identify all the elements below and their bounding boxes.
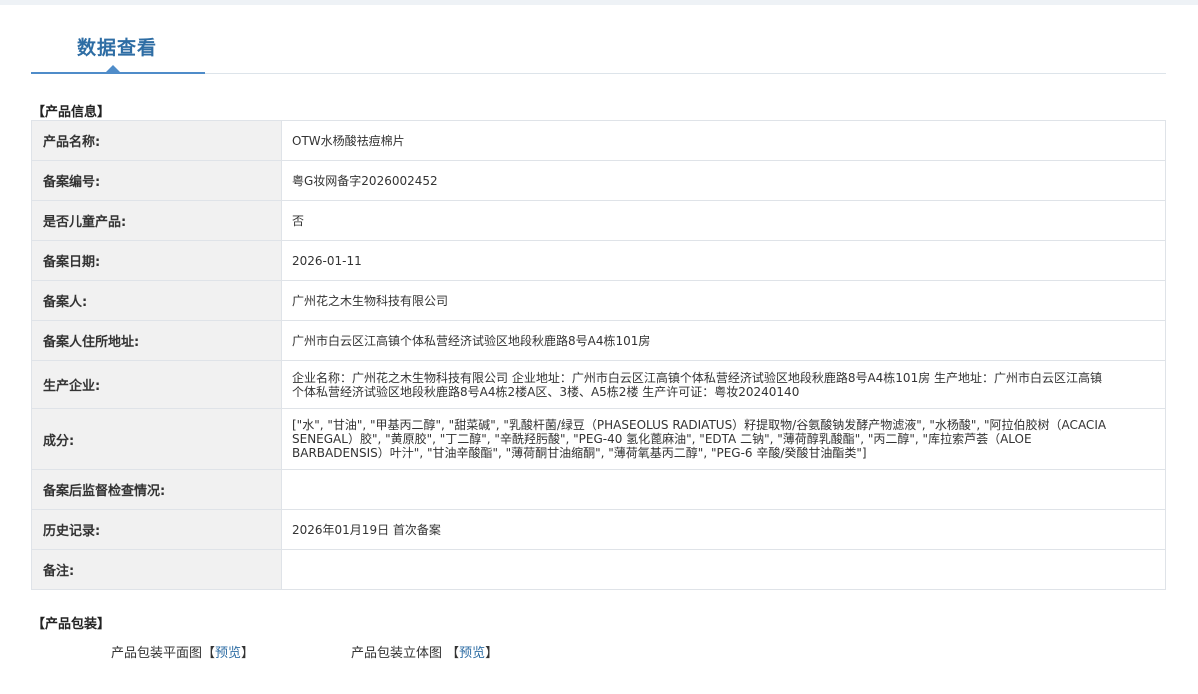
row-value: OTW水杨酸祛痘棉片: [281, 120, 1166, 161]
product-packaging-section-title: 【产品包装】: [32, 617, 111, 632]
bracket-open: 【: [446, 646, 460, 661]
row-label: 备案人:: [31, 280, 282, 321]
row-label: 生产企业:: [31, 360, 282, 409]
bracket-close: 】: [241, 646, 255, 661]
row-label: 备注:: [31, 549, 282, 590]
row-value: 企业名称：广州花之木生物科技有限公司 企业地址：广州市白云区江高镇个体私营经济试…: [281, 360, 1166, 409]
row-value: 广州花之木生物科技有限公司: [281, 280, 1166, 321]
row-value: [281, 469, 1166, 510]
table-row: 备案后监督检查情况:: [31, 469, 1166, 510]
table-row: 备案日期: 2026-01-11: [31, 240, 1166, 281]
tab-data-view[interactable]: 数据查看: [77, 33, 157, 60]
flat-preview-link[interactable]: 预览: [215, 646, 241, 661]
table-row: 备案人住所地址: 广州市白云区江高镇个体私营经济试验区地段秋鹿路8号A4栋101…: [31, 320, 1166, 361]
table-row: 历史记录: 2026年01月19日 首次备案: [31, 509, 1166, 550]
row-value: 粤G妆网备字2026002452: [281, 160, 1166, 201]
product-info-section-title: 【产品信息】: [32, 105, 111, 120]
row-label: 备案后监督检查情况:: [31, 469, 282, 510]
table-row: 成分: ["水", "甘油", "甲基丙二醇", "甜菜碱", "乳酸杆菌/绿豆…: [31, 408, 1166, 470]
row-label: 成分:: [31, 408, 282, 470]
header-divider: [205, 73, 1166, 74]
bracket-open: 【: [202, 646, 216, 661]
product-info-table: 产品名称: OTW水杨酸祛痘棉片 备案编号: 粤G妆网备字2026002452 …: [31, 120, 1166, 590]
table-row: 备注:: [31, 549, 1166, 590]
row-label: 是否儿童产品:: [31, 200, 282, 241]
table-row: 备案编号: 粤G妆网备字2026002452: [31, 160, 1166, 201]
packaging-flat-preview: 产品包装平面图【预览】: [111, 642, 254, 661]
row-label: 产品名称:: [31, 120, 282, 161]
active-tab-caret-icon: [106, 65, 120, 72]
row-value: 广州市白云区江高镇个体私营经济试验区地段秋鹿路8号A4栋101房: [281, 320, 1166, 361]
row-label: 备案日期:: [31, 240, 282, 281]
packaging-flat-label: 产品包装平面图: [111, 646, 203, 661]
row-value: 2026年01月19日 首次备案: [281, 509, 1166, 550]
table-row: 生产企业: 企业名称：广州花之木生物科技有限公司 企业地址：广州市白云区江高镇个…: [31, 360, 1166, 409]
bracket-close: 】: [485, 646, 499, 661]
table-row: 是否儿童产品: 否: [31, 200, 1166, 241]
stereo-preview-link[interactable]: 预览: [459, 646, 485, 661]
tab-header: 数据查看: [31, 5, 1166, 75]
active-tab-underline: [31, 72, 205, 74]
row-label: 历史记录:: [31, 509, 282, 550]
packaging-stereo-preview: 产品包装立体图 【预览】: [351, 642, 498, 661]
row-label: 备案编号:: [31, 160, 282, 201]
row-value: [281, 549, 1166, 590]
table-row: 产品名称: OTW水杨酸祛痘棉片: [31, 120, 1166, 161]
row-label: 备案人住所地址:: [31, 320, 282, 361]
packaging-stereo-label: 产品包装立体图: [351, 646, 447, 661]
table-row: 备案人: 广州花之木生物科技有限公司: [31, 280, 1166, 321]
row-value: 2026-01-11: [281, 240, 1166, 281]
row-value: ["水", "甘油", "甲基丙二醇", "甜菜碱", "乳酸杆菌/绿豆（PHA…: [281, 408, 1166, 470]
row-value: 否: [281, 200, 1166, 241]
